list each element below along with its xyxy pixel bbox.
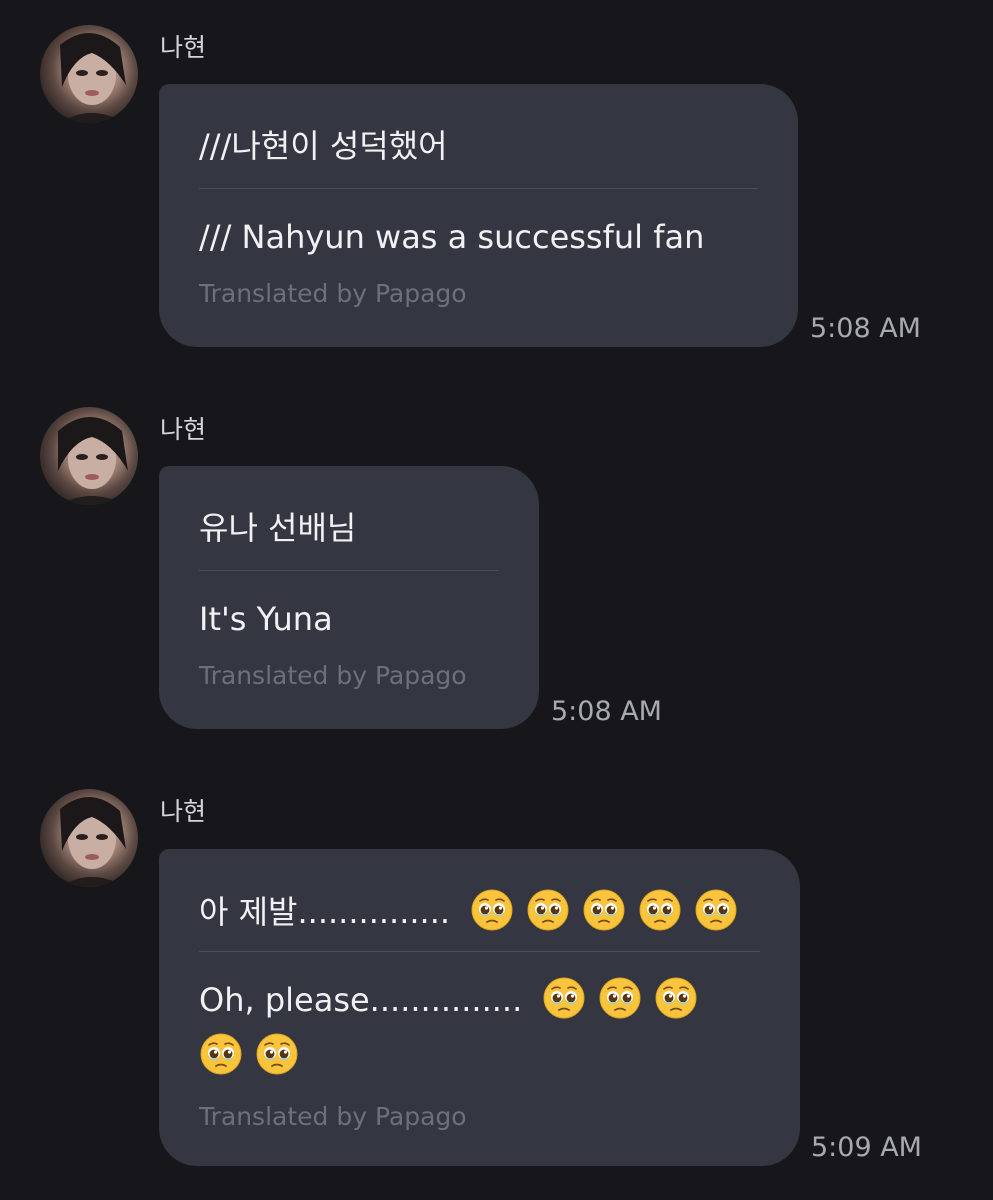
avatar-photo: [60, 796, 126, 887]
translated-text-content: Oh, please...............: [199, 981, 523, 1019]
pleading-face-emoji: [526, 888, 570, 932]
translated-text: It's Yuna: [199, 600, 333, 638]
message-timestamp: 5:08 AM: [810, 313, 921, 344]
translation-divider: [199, 570, 499, 571]
emoji-row: [542, 977, 698, 1019]
translation-divider: [199, 951, 760, 952]
message-timestamp: 5:08 AM: [551, 696, 662, 727]
pleading-face-emoji: [582, 888, 626, 932]
emoji-row: [199, 1033, 299, 1075]
avatar-photo: [60, 32, 126, 123]
pleading-face-emoji: [654, 976, 698, 1020]
translated-text: Oh, please...............: [199, 972, 760, 1084]
pleading-face-emoji: [638, 888, 682, 932]
sender-name: 나현: [160, 415, 207, 444]
translation-divider: [199, 188, 758, 189]
avatar[interactable]: [40, 789, 138, 887]
sender-name: 나현: [160, 33, 207, 62]
pleading-face-emoji: [199, 1032, 243, 1076]
message-timestamp: 5:09 AM: [811, 1132, 922, 1163]
pleading-face-emoji: [694, 888, 738, 932]
pleading-face-emoji: [598, 976, 642, 1020]
pleading-face-emoji: [470, 888, 514, 932]
emoji-row: [470, 889, 738, 931]
message-bubble[interactable]: ///나현이 성덕했어 /// Nahyun was a successful …: [159, 84, 798, 347]
pleading-face-emoji: [542, 976, 586, 1020]
pleading-face-emoji: [255, 1032, 299, 1076]
translation-credit: Translated by Papago: [199, 279, 467, 308]
avatar[interactable]: [40, 407, 138, 505]
original-text: ///나현이 성덕했어: [199, 127, 448, 165]
original-text-content: 아 제발...............: [199, 893, 451, 931]
translation-credit: Translated by Papago: [199, 661, 467, 690]
message-bubble[interactable]: 유나 선배님 It's Yuna Translated by Papago: [159, 466, 539, 729]
avatar-photo: [58, 417, 128, 505]
avatar[interactable]: [40, 25, 138, 123]
translation-credit: Translated by Papago: [199, 1102, 467, 1131]
translated-text: /// Nahyun was a successful fan: [199, 218, 705, 256]
original-text: 아 제발...............: [199, 887, 760, 937]
sender-name: 나현: [160, 797, 207, 826]
original-text: 유나 선배님: [199, 509, 357, 547]
message-bubble[interactable]: 아 제발............... Oh, please..........…: [159, 849, 800, 1166]
